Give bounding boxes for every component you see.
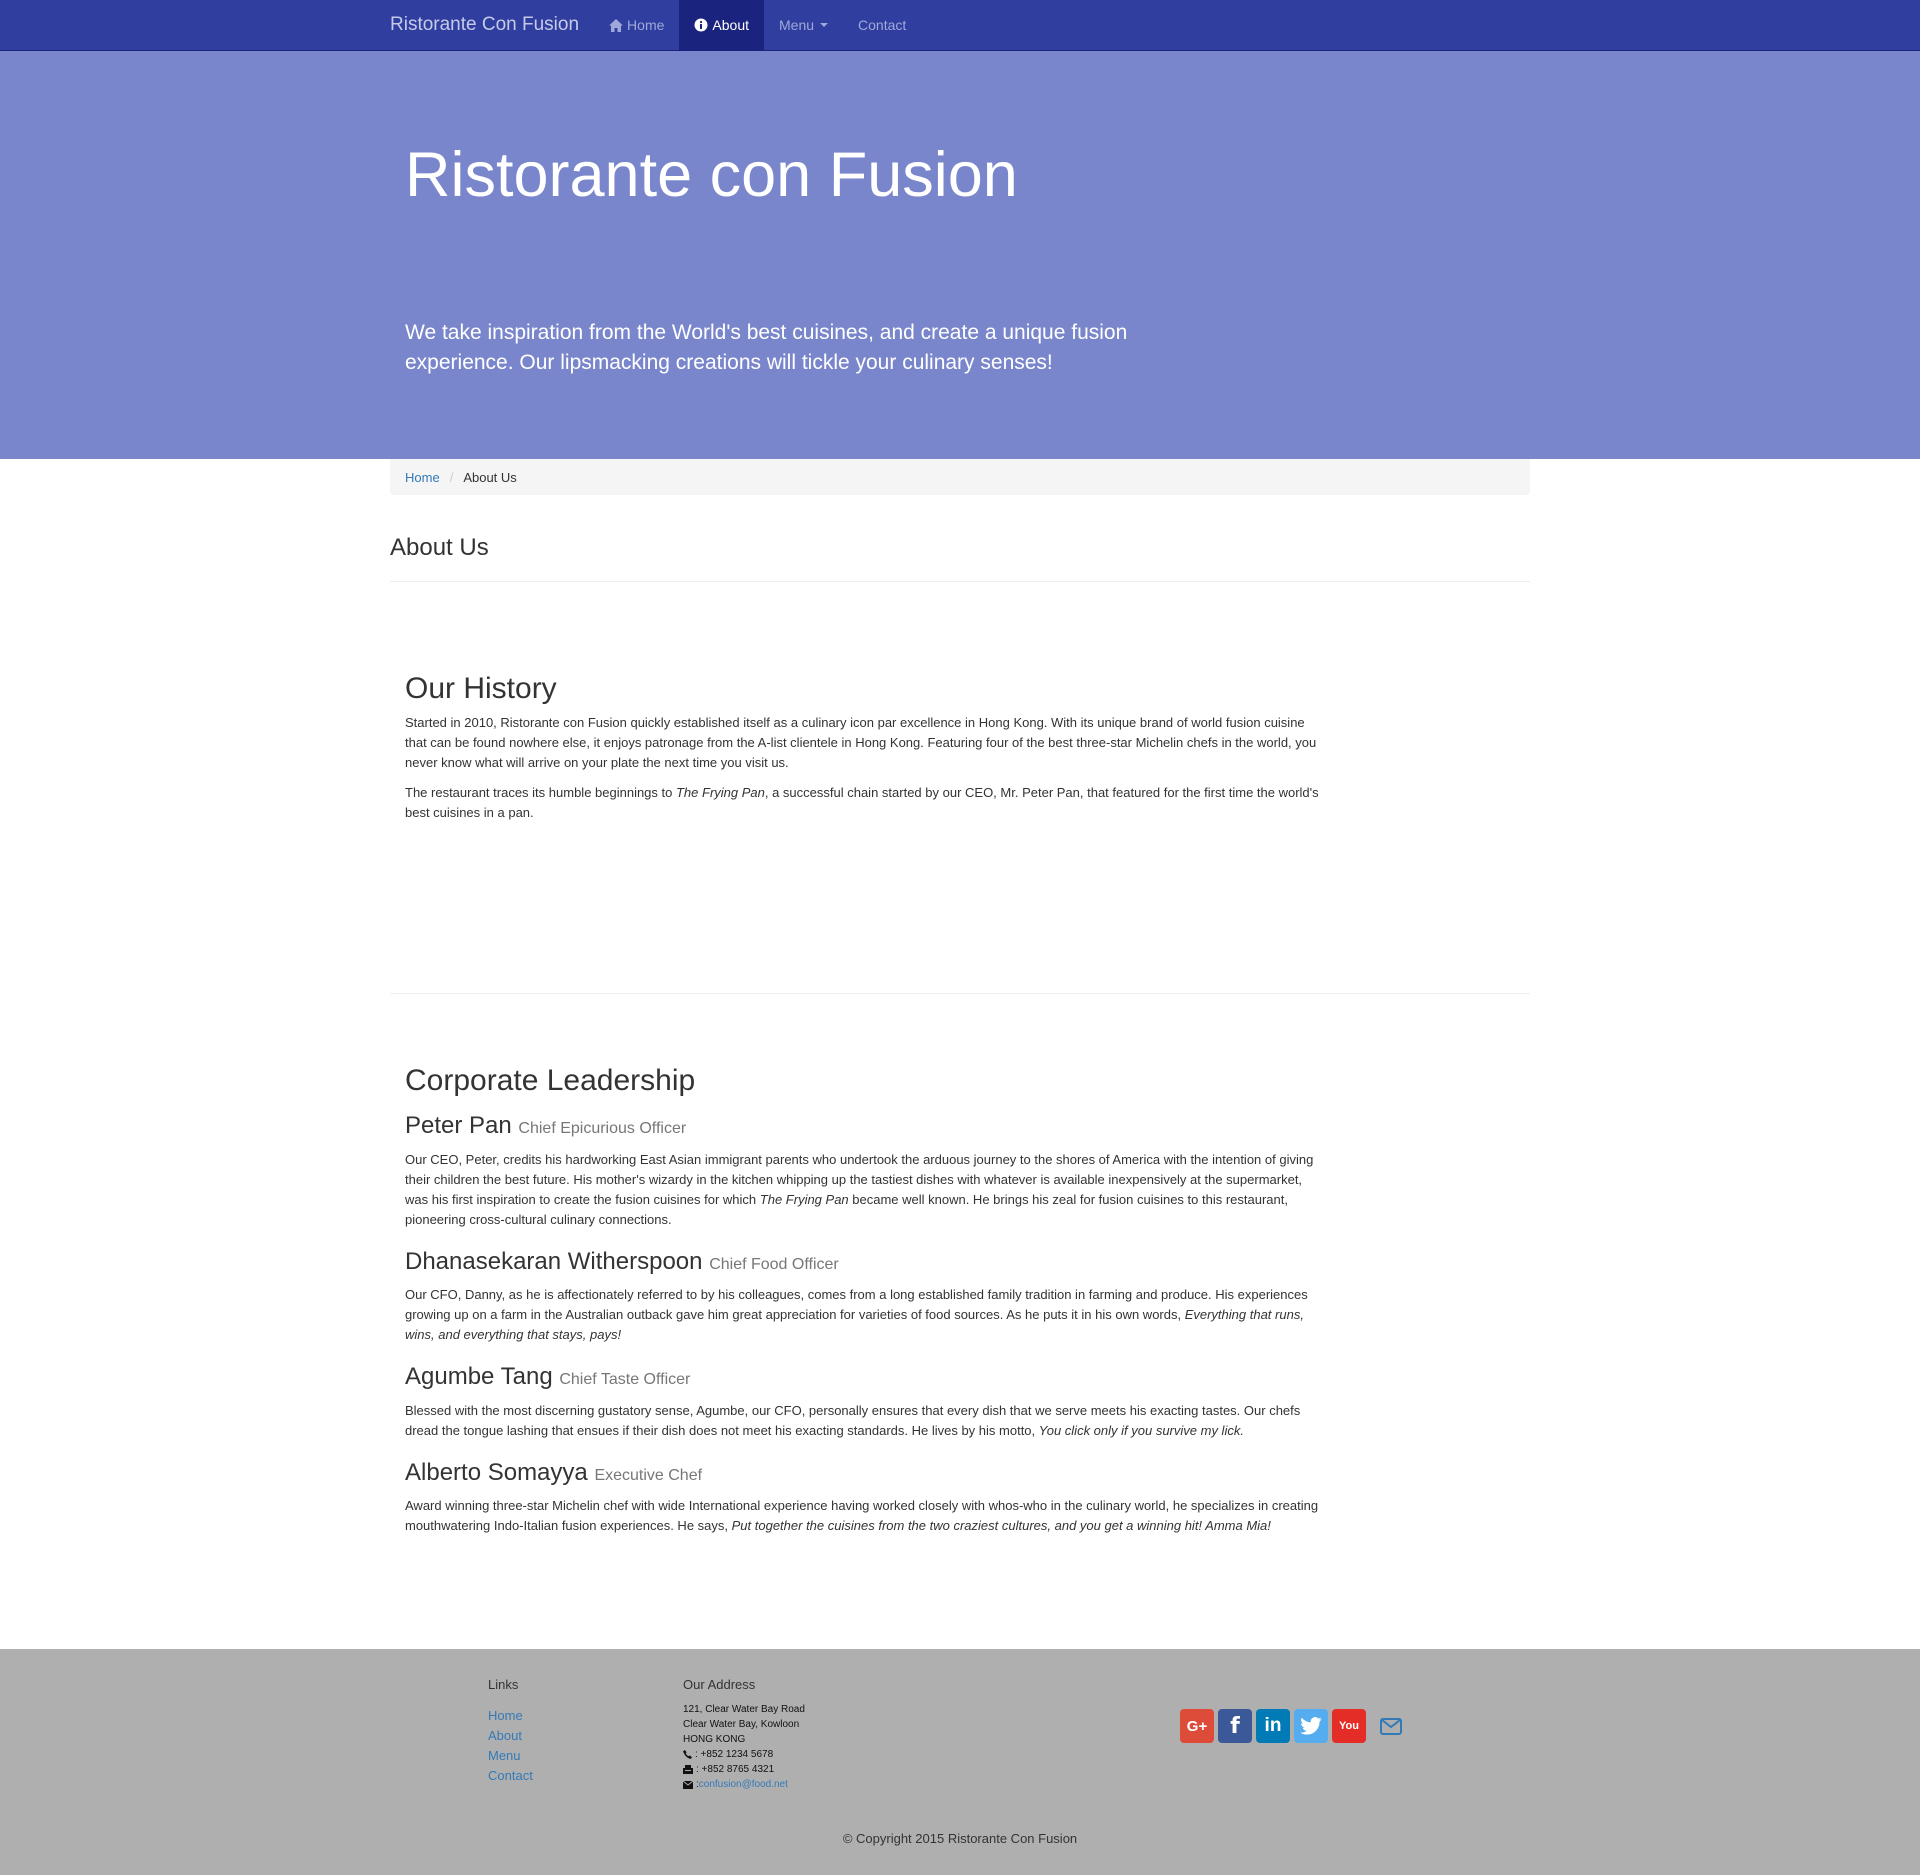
navbar: Ristorante Con Fusion Home About Menu Co…	[0, 0, 1920, 51]
emphasis-text: The Frying Pan	[759, 1191, 849, 1207]
emphasis-text: Put together the cuisines from the two c…	[731, 1517, 1271, 1533]
leader-item: Peter Pan Chief Epicurious Officer Our C…	[405, 1113, 1515, 1229]
home-icon	[609, 18, 624, 32]
leader-name: Peter Pan Chief Epicurious Officer	[405, 1113, 1515, 1139]
leader-bio: Our CEO, Peter, credits his hardworking …	[405, 1150, 1325, 1230]
nav-item-label: Menu	[779, 17, 815, 33]
leader-name-text: Peter Pan	[405, 1112, 512, 1140]
footer-links: Links Home About Menu Contact	[488, 1677, 533, 1786]
youtube-icon[interactable]: You	[1332, 1709, 1366, 1743]
history-paragraph-1: Started in 2010, Ristorante con Fusion q…	[405, 715, 1317, 771]
social-buttons: G+ f in You	[1180, 1709, 1406, 1743]
main-nav: Home About Menu Contact	[594, 0, 921, 50]
leader-role: Chief Taste Officer	[559, 1371, 691, 1389]
page-title-heading: About Us	[390, 534, 489, 561]
leader-name: Alberto Somayya Executive Chef	[405, 1458, 1515, 1486]
history-heading: Our History	[405, 672, 557, 706]
leader-name-text: Agumbe Tang	[405, 1363, 553, 1391]
caret-down-icon	[820, 23, 829, 27]
breadcrumb: Home / About Us	[390, 459, 1530, 495]
footer-link-menu[interactable]: Menu	[488, 1746, 533, 1766]
navbar-brand[interactable]: Ristorante Con Fusion	[390, 14, 579, 36]
divider	[390, 581, 1530, 583]
envelope-outline-icon[interactable]	[1376, 1711, 1406, 1741]
leader-bio: Award winning three-star Michelin chef w…	[405, 1496, 1325, 1536]
footer-links-heading: Links	[488, 1677, 519, 1692]
address-line: Clear Water Bay, Kowloon	[683, 1719, 800, 1730]
leader-role: Chief Epicurious Officer	[518, 1120, 687, 1138]
facebook-icon[interactable]: f	[1218, 1709, 1252, 1743]
emphasis-text: The Frying Pan	[675, 785, 765, 801]
leader-name: Agumbe Tang Chief Taste Officer	[405, 1363, 1515, 1391]
text-span: Our CFO, Danny, as he is affectionately …	[405, 1287, 1308, 1323]
leader-item: Dhanasekaran Witherspoon Chief Food Offi…	[405, 1247, 1515, 1345]
breadcrumb-home-link[interactable]: Home	[405, 470, 440, 485]
leader-bio: Blessed with the most discerning gustato…	[405, 1401, 1325, 1441]
footer-link-contact[interactable]: Contact	[488, 1766, 533, 1786]
jumbotron-tagline: We take inspiration from the World's bes…	[405, 321, 1128, 375]
footer-link-home[interactable]: Home	[488, 1706, 533, 1726]
google-plus-icon[interactable]: G+	[1180, 1709, 1214, 1743]
breadcrumb-separator: /	[449, 469, 454, 485]
linkedin-icon[interactable]: in	[1256, 1709, 1290, 1743]
nav-item-label: Home	[627, 17, 665, 33]
history-section: Our History Started in 2010, Ristorante …	[390, 672, 1530, 823]
fax-number: : +852 8765 4321	[696, 1764, 775, 1775]
fax-row: : +852 8765 4321	[683, 1762, 805, 1777]
nav-item-menu[interactable]: Menu	[764, 0, 843, 50]
leader-name-text: Alberto Somayya	[405, 1458, 588, 1486]
leader-role: Chief Food Officer	[709, 1255, 839, 1273]
page-title: About Us	[390, 534, 1530, 561]
copyright: © Copyright 2015 Ristorante Con Fusion	[842, 1831, 1078, 1846]
nav-item-about[interactable]: About	[679, 0, 764, 50]
footer-address-heading: Our Address	[683, 1677, 756, 1692]
fax-icon	[683, 1765, 693, 1774]
address-line: HONG KONG	[683, 1734, 746, 1745]
jumbotron-title: Ristorante con Fusion	[405, 140, 1018, 210]
email-row: : confusion@food.net	[683, 1777, 805, 1792]
leader-item: Agumbe Tang Chief Taste Officer Blessed …	[405, 1363, 1515, 1441]
phone-number: : +852 1234 5678	[695, 1749, 774, 1760]
phone-row: : +852 1234 5678	[683, 1747, 805, 1762]
text-span: The restaurant traces its humble beginni…	[405, 785, 676, 801]
divider	[390, 993, 1530, 995]
footer-address: Our Address 121, Clear Water Bay Road Cl…	[683, 1677, 805, 1792]
leader-item: Alberto Somayya Executive Chef Award win…	[405, 1458, 1515, 1536]
nav-item-label: About	[712, 17, 749, 33]
leader-role: Executive Chef	[594, 1466, 703, 1484]
leadership-section: Corporate Leadership Peter Pan Chief Epi…	[390, 1064, 1530, 1536]
nav-item-home[interactable]: Home	[594, 0, 679, 50]
footer: Links Home About Menu Contact Our Addres…	[0, 1649, 1920, 1875]
phone-icon	[683, 1750, 692, 1759]
info-circle-icon	[694, 18, 708, 32]
leadership-heading: Corporate Leadership	[405, 1064, 696, 1098]
leader-name-text: Dhanasekaran Witherspoon	[405, 1247, 703, 1275]
history-body: Started in 2010, Ristorante con Fusion q…	[405, 713, 1325, 823]
email-link[interactable]: confusion@food.net	[699, 1777, 788, 1792]
history-paragraph-2: The restaurant traces its humble beginni…	[405, 783, 1325, 823]
address-line: 121, Clear Water Bay Road	[683, 1704, 805, 1715]
nav-item-contact[interactable]: Contact	[843, 0, 921, 50]
leader-name: Dhanasekaran Witherspoon Chief Food Offi…	[405, 1247, 1515, 1275]
emphasis-text: You click only if you survive my lick.	[1038, 1422, 1244, 1438]
breadcrumb-current: About Us	[463, 469, 517, 485]
main-content: Home / About Us About Us Our History Sta…	[390, 459, 1530, 1536]
leader-bio: Our CFO, Danny, as he is affectionately …	[405, 1285, 1325, 1345]
nav-item-label: Contact	[858, 17, 907, 33]
envelope-icon	[683, 1780, 693, 1789]
jumbotron: Ristorante con Fusion We take inspiratio…	[0, 51, 1920, 459]
footer-link-about[interactable]: About	[488, 1726, 533, 1746]
twitter-icon[interactable]	[1294, 1709, 1328, 1743]
